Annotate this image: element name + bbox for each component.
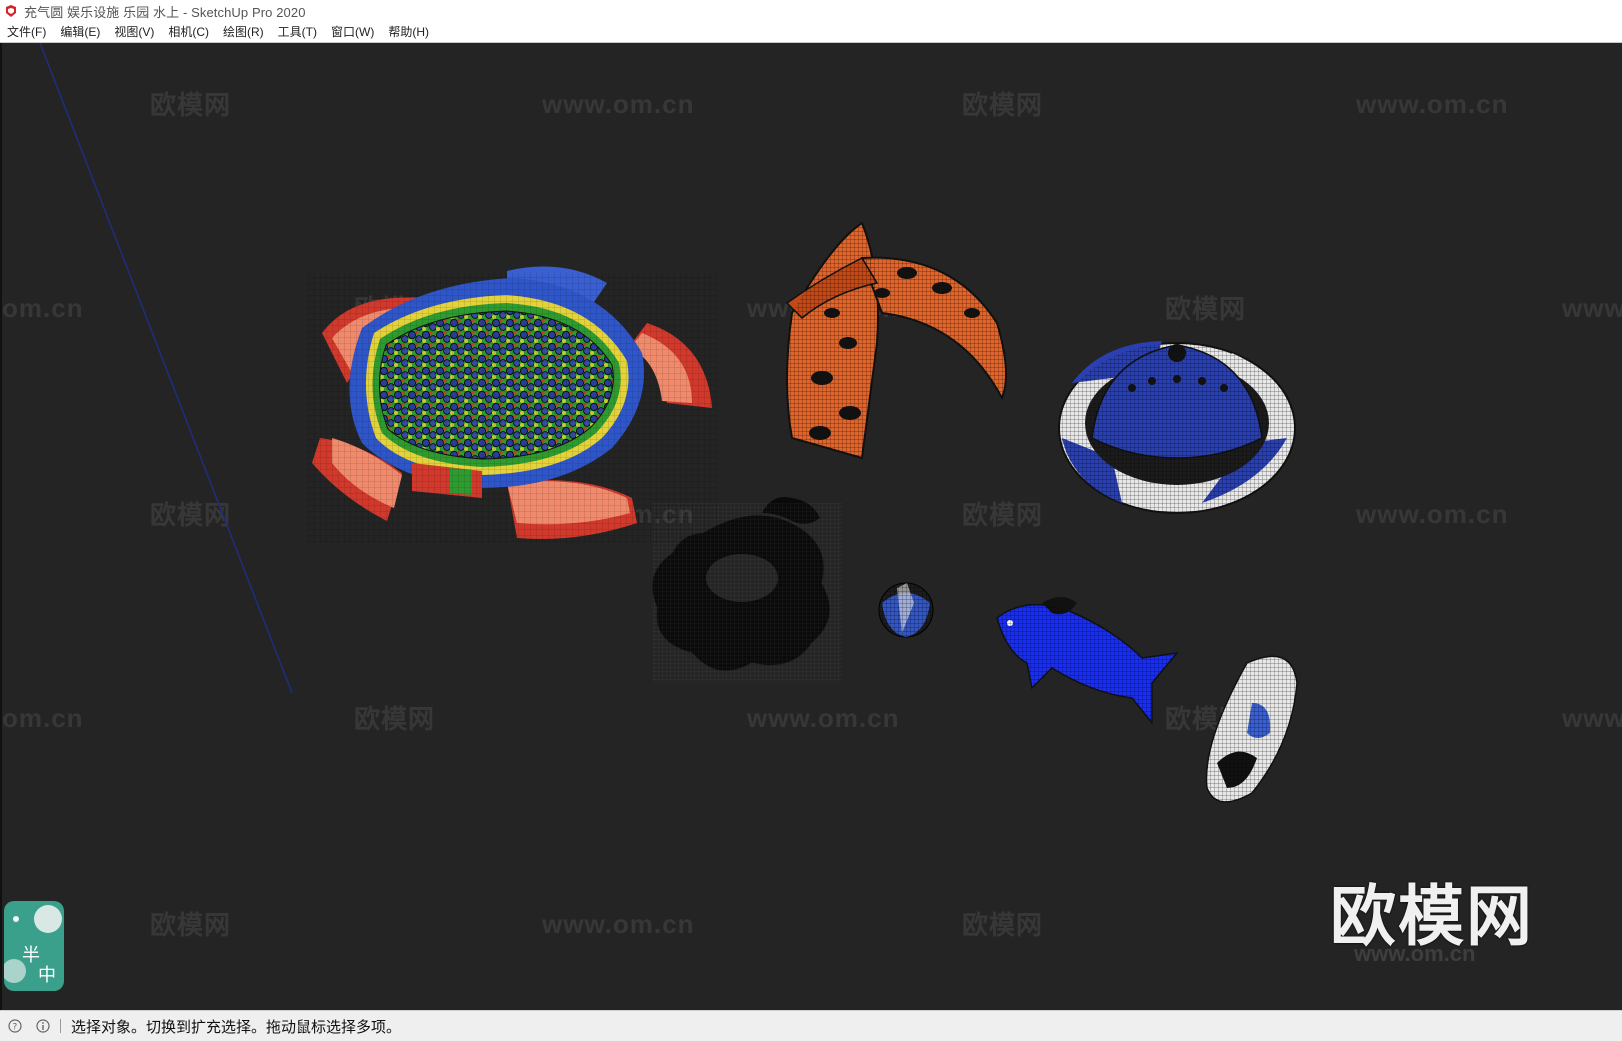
surfboard[interactable] <box>1205 655 1298 803</box>
ime-status-badge[interactable]: 半 中 <box>4 901 64 991</box>
window-title: 充气圆 娱乐设施 乐园 水上 - SketchUp Pro 2020 <box>24 4 306 20</box>
dolphin-float[interactable] <box>992 597 1182 733</box>
svg-text:?: ? <box>13 1023 18 1033</box>
sketchup-logo-icon <box>6 5 16 17</box>
model-viewport[interactable]: 欧模网 www.om.cn 欧模网 www.om.cn om.cn 欧模网 ww… <box>0 43 1622 1010</box>
flower-swim-ring[interactable] <box>651 497 842 683</box>
ime-status-icon: 半 中 <box>4 901 64 991</box>
help-circle-icon[interactable]: ? <box>8 1019 22 1033</box>
inflatable-slide-arch[interactable] <box>772 221 1012 463</box>
status-bar: ? 选择对象。切换到扩充选择。拖动鼠标选择多项。 <box>0 1010 1622 1041</box>
ime-label-top: 半 <box>22 945 40 966</box>
status-message: 选择对象。切换到扩充选择。拖动鼠标选择多项。 <box>71 1018 402 1036</box>
beach-ball[interactable] <box>878 582 934 638</box>
menu-edit[interactable]: 编辑(E) <box>53 22 107 42</box>
brand-url-text: www.om.cn <box>1354 941 1476 966</box>
status-separator <box>60 1019 61 1033</box>
menu-bar: 文件(F) 编辑(E) 视图(V) 相机(C) 绘图(R) 工具(T) 窗口(W… <box>0 22 1622 43</box>
menu-camera[interactable]: 相机(C) <box>161 22 216 42</box>
menu-view[interactable]: 视图(V) <box>107 22 161 42</box>
menu-help[interactable]: 帮助(H) <box>381 22 436 42</box>
ball-pit-pool[interactable] <box>307 266 717 543</box>
inflatable-dome-ring[interactable] <box>1058 341 1296 514</box>
ime-label-bottom: 中 <box>38 965 56 986</box>
menu-file[interactable]: 文件(F) <box>0 22 53 42</box>
menu-draw[interactable]: 绘图(R) <box>216 22 271 42</box>
info-circle-icon[interactable] <box>36 1019 50 1033</box>
blue-axis-line <box>39 43 293 694</box>
menu-tools[interactable]: 工具(T) <box>271 22 324 42</box>
menu-window[interactable]: 窗口(W) <box>324 22 381 42</box>
title-bar: 充气圆 娱乐设施 乐园 水上 - SketchUp Pro 2020 <box>0 0 1622 22</box>
